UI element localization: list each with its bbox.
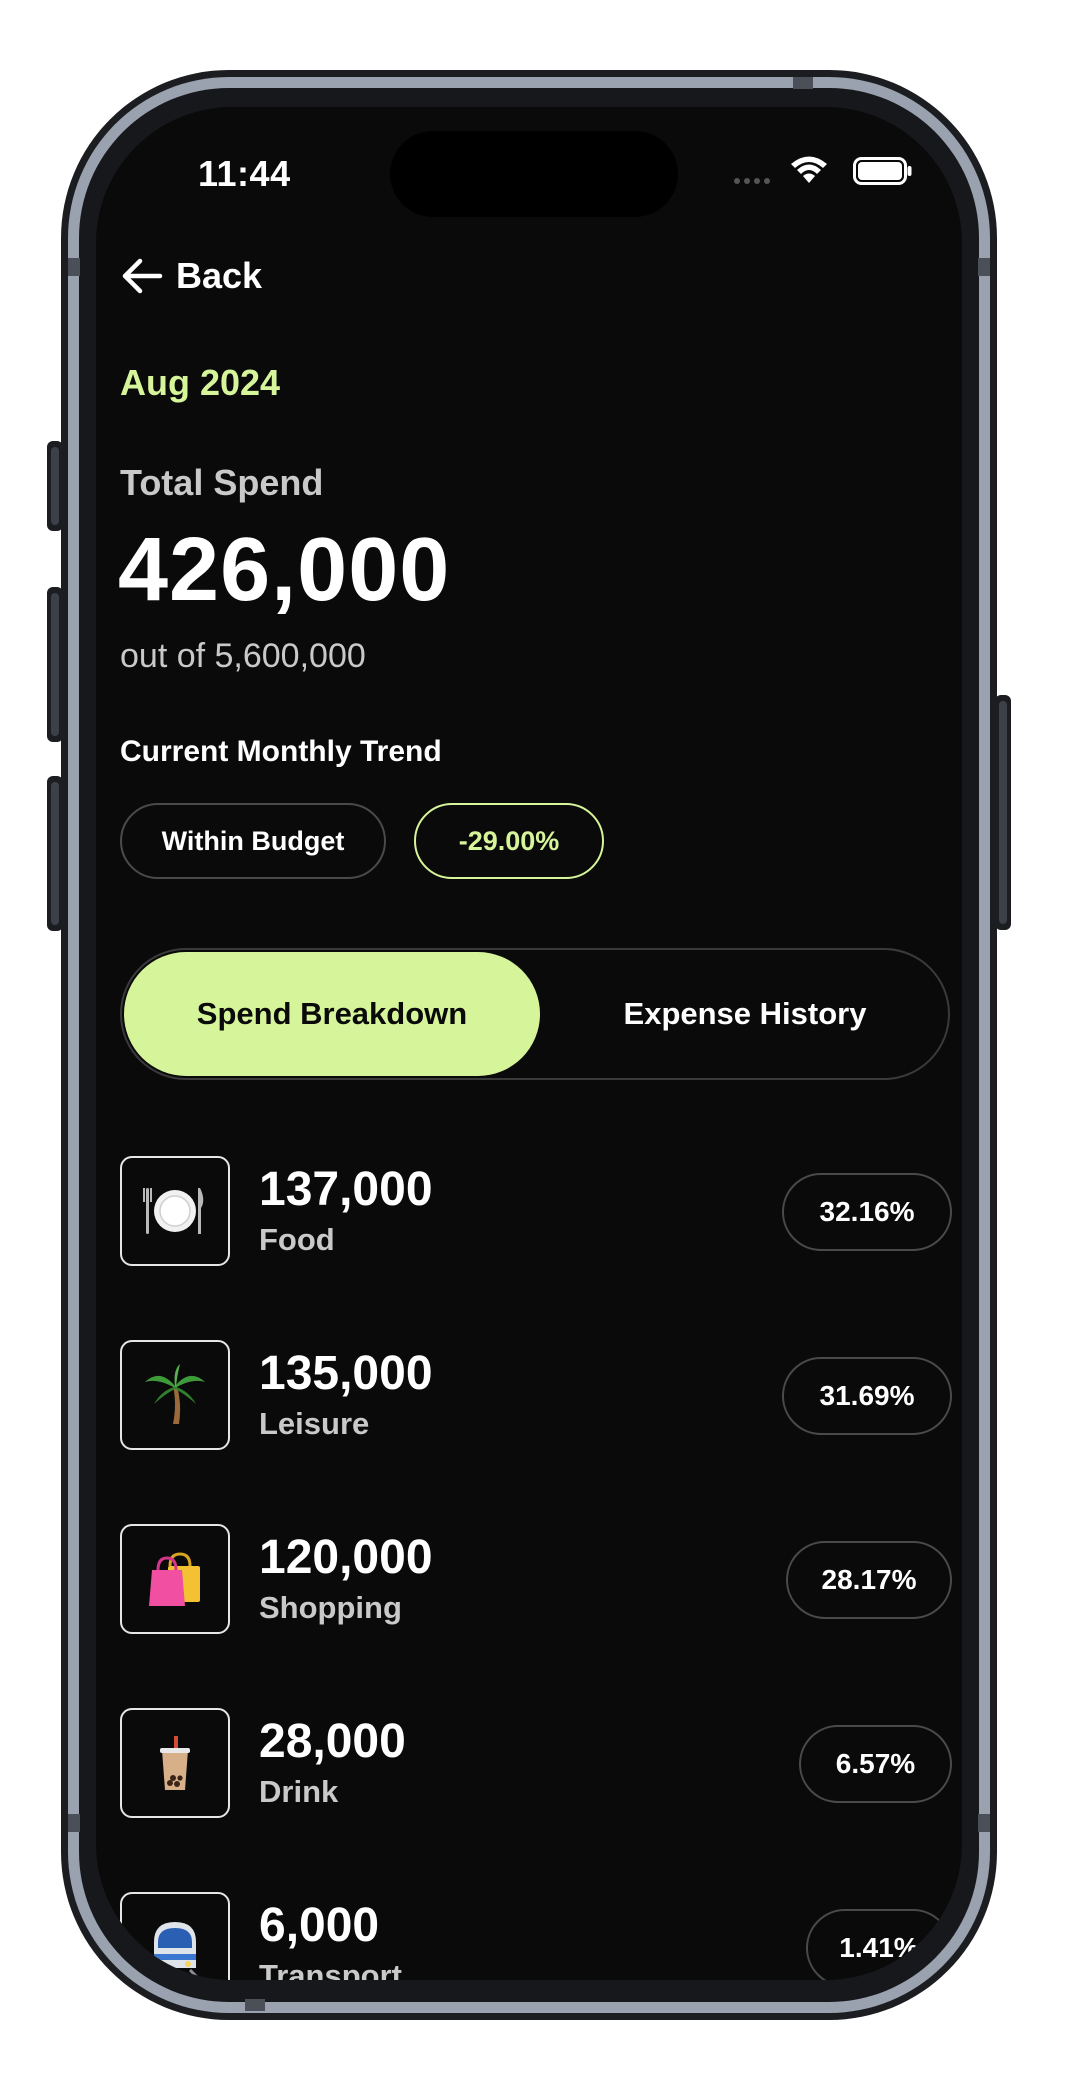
action-button	[47, 441, 63, 531]
battery-icon	[853, 157, 912, 185]
tab-expense-history[interactable]: Expense History	[542, 952, 948, 1076]
category-row-leisure[interactable]: 135,000 Leisure 31.69%	[120, 1340, 952, 1452]
back-label: Back	[176, 255, 263, 296]
shopping-bags-icon	[120, 1524, 230, 1634]
category-percent-badge: 28.17%	[786, 1541, 952, 1619]
budget-text: out of 5,600,000	[120, 637, 366, 675]
arrow-left-icon	[122, 258, 163, 294]
antenna-line	[793, 77, 813, 89]
status-time: 11:44	[198, 153, 291, 194]
budget-status-badge: Within Budget	[120, 803, 386, 879]
category-name: Transport	[259, 1958, 402, 1980]
volume-down-button	[47, 776, 63, 931]
category-name: Leisure	[259, 1406, 370, 1441]
status-bar: 11:44	[96, 107, 962, 227]
cellular-signal-icon	[734, 178, 770, 184]
plate-icon	[120, 1156, 230, 1266]
category-percent-badge: 31.69%	[782, 1357, 952, 1435]
category-row-transport[interactable]: 6,000 Transport 1.41%	[120, 1892, 952, 1980]
trend-heading: Current Monthly Trend	[120, 735, 442, 768]
category-amount: 120,000	[259, 1531, 433, 1584]
category-amount: 28,000	[259, 1715, 406, 1768]
category-name: Drink	[259, 1774, 339, 1809]
side-button	[995, 695, 1011, 930]
view-toggle: Spend Breakdown Expense History	[120, 948, 950, 1080]
category-name: Shopping	[259, 1590, 402, 1625]
period-label: Aug 2024	[120, 362, 281, 403]
category-name: Food	[259, 1222, 335, 1257]
category-amount: 135,000	[259, 1347, 433, 1400]
category-percent-badge: 32.16%	[782, 1173, 952, 1251]
total-spend-value: 426,000	[118, 520, 451, 620]
category-row-food[interactable]: 137,000 Food 32.16%	[120, 1156, 952, 1268]
antenna-line	[978, 1814, 990, 1832]
antenna-line	[245, 1999, 265, 2011]
category-percent-badge: 6.57%	[799, 1725, 952, 1803]
category-amount: 6,000	[259, 1899, 380, 1952]
category-row-drink[interactable]: 28,000 Drink 6.57%	[120, 1708, 952, 1820]
dynamic-island	[390, 131, 678, 217]
train-icon	[120, 1892, 230, 1980]
antenna-line	[68, 1814, 80, 1832]
wifi-icon	[791, 156, 827, 183]
antenna-line	[68, 258, 80, 276]
category-percent-badge: 1.41%	[806, 1909, 952, 1980]
back-button[interactable]: Back	[120, 255, 262, 297]
bubble-tea-icon	[120, 1708, 230, 1818]
antenna-line	[978, 258, 990, 276]
palm-tree-icon	[120, 1340, 230, 1450]
trend-change-badge: -29.00%	[414, 803, 604, 879]
total-spend-label: Total Spend	[120, 462, 324, 503]
volume-up-button	[47, 587, 63, 742]
category-amount: 137,000	[259, 1163, 433, 1216]
screen: 11:44 Back Aug 2024 Total Spend 426,000 …	[96, 107, 962, 1980]
category-row-shopping[interactable]: 120,000 Shopping 28.17%	[120, 1524, 952, 1636]
tab-spend-breakdown[interactable]: Spend Breakdown	[124, 952, 540, 1076]
